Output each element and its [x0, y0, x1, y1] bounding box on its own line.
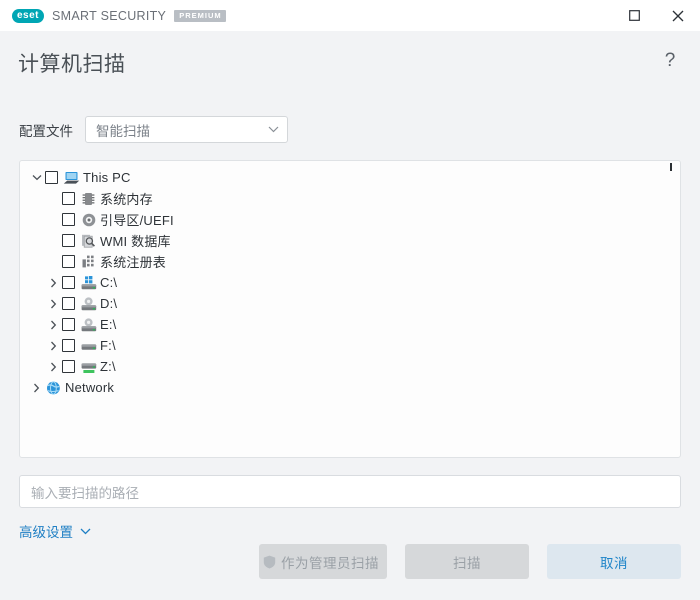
tree-item-label: D:\: [100, 296, 118, 311]
tree-item-label: 系统注册表: [100, 255, 167, 270]
registry-icon: [80, 254, 97, 270]
network-drive-icon: [80, 359, 97, 375]
tree-row[interactable]: 系统注册表: [20, 251, 680, 272]
chevron-down-icon[interactable]: [28, 174, 45, 181]
computer-icon: [63, 170, 80, 186]
maximize-icon: [628, 10, 640, 21]
tree-checkbox[interactable]: [62, 297, 75, 310]
product-name: SMART SECURITY: [52, 8, 167, 23]
windows-drive-icon: [80, 275, 97, 291]
page-title: 计算机扫描: [18, 52, 126, 76]
tree-item-label: C:\: [100, 275, 118, 290]
tree-item-label: Z:\: [100, 359, 116, 374]
profile-selected-value: 智能扫描: [96, 123, 150, 139]
page-header: 计算机扫描 ?: [0, 31, 700, 94]
tree-item-label: This PC: [83, 170, 131, 185]
disc-icon: [80, 212, 97, 228]
globe-icon: [45, 380, 62, 396]
tree-item-label: F:\: [100, 338, 116, 353]
scan-button[interactable]: 扫描: [405, 544, 529, 579]
advanced-settings-label: 高级设置: [19, 525, 73, 540]
tree-row[interactable]: Network: [20, 377, 680, 398]
wmi-database-icon: [80, 233, 97, 249]
tree-item-label: E:\: [100, 317, 117, 332]
close-icon: [672, 10, 684, 21]
chevron-down-icon: [268, 126, 279, 133]
memory-icon: [80, 191, 97, 207]
cancel-button-label: 取消: [600, 555, 628, 571]
tree-row[interactable]: E:\: [20, 314, 680, 335]
chevron-right-icon[interactable]: [45, 299, 62, 309]
brand-area: eset SMART SECURITY PREMIUM: [0, 0, 226, 31]
maximize-button[interactable]: [612, 0, 656, 31]
scan-path-input[interactable]: 输入要扫描的路径: [19, 475, 681, 508]
cancel-button[interactable]: 取消: [547, 544, 681, 579]
optical-drive-icon: [80, 296, 97, 312]
footer-actions: 作为管理员扫描 扫描 取消: [0, 544, 700, 579]
tree-row[interactable]: D:\: [20, 293, 680, 314]
hard-drive-icon: [80, 338, 97, 354]
close-button[interactable]: [656, 0, 700, 31]
tree-row[interactable]: This PC: [20, 167, 680, 188]
edition-badge: PREMIUM: [174, 9, 226, 22]
optical-drive-icon: [80, 317, 97, 333]
tree-checkbox[interactable]: [62, 192, 75, 205]
tree-item-label: 系统内存: [100, 192, 153, 207]
tree-checkbox[interactable]: [62, 360, 75, 373]
shield-icon: [263, 555, 276, 569]
tree-checkbox[interactable]: [62, 318, 75, 331]
chevron-right-icon[interactable]: [45, 320, 62, 330]
tree-checkbox[interactable]: [45, 171, 58, 184]
eset-logo-icon: eset: [12, 8, 45, 23]
scan-as-admin-button[interactable]: 作为管理员扫描: [259, 544, 387, 579]
scan-button-label: 扫描: [453, 555, 481, 571]
chevron-right-icon[interactable]: [45, 362, 62, 372]
tree-row[interactable]: 引导区/UEFI: [20, 209, 680, 230]
tree-checkbox[interactable]: [62, 234, 75, 247]
tree-row[interactable]: F:\: [20, 335, 680, 356]
tree-row[interactable]: Z:\: [20, 356, 680, 377]
profile-row: 配置文件 智能扫描: [0, 116, 700, 143]
tree-item-label: WMI 数据库: [100, 234, 171, 249]
title-bar: eset SMART SECURITY PREMIUM: [0, 0, 700, 31]
chevron-right-icon[interactable]: [28, 383, 45, 393]
advanced-settings-link[interactable]: 高级设置: [19, 521, 91, 541]
scan-path-placeholder: 输入要扫描的路径: [31, 485, 139, 501]
tree-row[interactable]: WMI 数据库: [20, 230, 680, 251]
chevron-right-icon[interactable]: [45, 278, 62, 288]
tree-checkbox[interactable]: [62, 276, 75, 289]
tree-item-label: 引导区/UEFI: [100, 213, 174, 228]
scan-target-tree[interactable]: This PC 系统内存引导区/UEFI WMI 数据库 系统注册表 C:\ D:\ E:\…: [19, 160, 681, 458]
tree-body: This PC 系统内存引导区/UEFI WMI 数据库 系统注册表 C:\ D:\ E:\…: [20, 167, 680, 398]
scan-as-admin-label: 作为管理员扫描: [281, 555, 379, 571]
tree-checkbox[interactable]: [62, 213, 75, 226]
tree-row[interactable]: C:\: [20, 272, 680, 293]
window-controls: [612, 0, 700, 31]
tree-checkbox[interactable]: [62, 339, 75, 352]
profile-label: 配置文件: [19, 123, 73, 139]
profile-select[interactable]: 智能扫描: [85, 116, 288, 143]
tree-item-label: Network: [65, 380, 115, 395]
help-icon[interactable]: ?: [658, 49, 682, 73]
tree-checkbox[interactable]: [62, 255, 75, 268]
tree-row[interactable]: 系统内存: [20, 188, 680, 209]
chevron-right-icon[interactable]: [45, 341, 62, 351]
chevron-down-icon: [80, 528, 91, 535]
scrollbar-thumb[interactable]: [670, 163, 672, 171]
